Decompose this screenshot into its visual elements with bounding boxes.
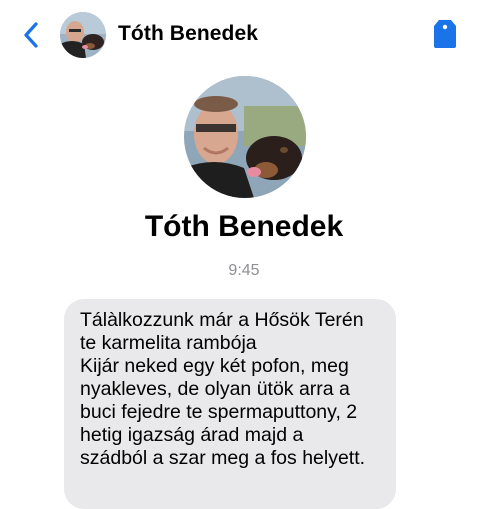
message-line: hetig igazság árad majd a xyxy=(80,424,304,446)
received-message-bubble[interactable]: Tálàlkozzunk már a Hősök Terén te karmel… xyxy=(64,299,396,509)
message-timestamp: 9:45 xyxy=(228,262,260,279)
chat-header: Tóth Benedek xyxy=(0,0,488,68)
tag-icon xyxy=(434,20,456,48)
message-line: nyakleves, de olyan ütök arra a xyxy=(80,378,350,400)
message-line: buci fejedre te spermaputtony, 2 xyxy=(80,401,358,423)
chevron-left-icon xyxy=(24,22,38,48)
message-line: te karmelita rambója xyxy=(80,332,257,354)
profile-photo xyxy=(184,76,306,198)
contact-name[interactable]: Tóth Benedek xyxy=(118,22,258,46)
message-line: Kijár neked egy két pofon, meg xyxy=(80,355,349,377)
tag-button[interactable] xyxy=(432,18,458,50)
contact-avatar[interactable] xyxy=(60,12,106,58)
back-button[interactable] xyxy=(20,20,44,50)
profile-name: Tóth Benedek xyxy=(144,210,344,243)
message-line: szádból a szar meg a fos helyett. xyxy=(80,447,366,469)
message-line: Tálàlkozzunk már a Hősök Terén xyxy=(80,309,364,331)
profile-avatar[interactable] xyxy=(184,76,306,198)
avatar-photo xyxy=(60,12,106,58)
